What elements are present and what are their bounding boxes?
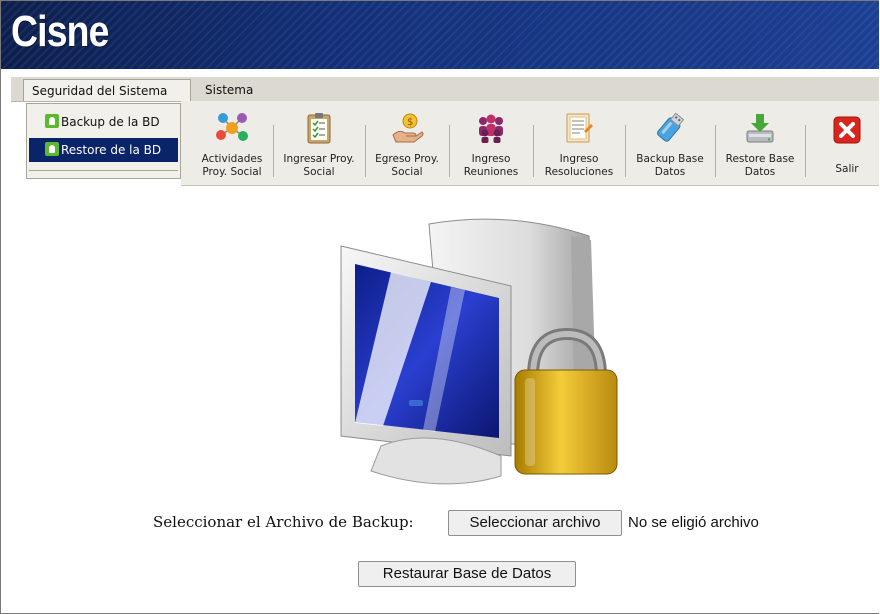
button-label-line1: Salir <box>835 163 859 175</box>
backup-base-datos-button[interactable]: Backup Base Datos <box>629 101 711 185</box>
button-label-line2: Social <box>303 166 335 178</box>
select-file-button[interactable]: Seleccionar archivo <box>448 510 622 536</box>
network-people-icon <box>216 113 248 141</box>
file-select-label: Seleccionar el Archivo de Backup: <box>153 513 414 531</box>
menu-item-label: Restore de la BD <box>61 143 162 157</box>
toolbar-separator <box>715 125 716 177</box>
close-icon <box>833 116 861 144</box>
ingreso-resoluciones-button[interactable]: Ingreso Resoluciones <box>537 101 621 185</box>
user-green-icon <box>45 142 59 156</box>
toolbar-separator <box>805 125 806 177</box>
button-label-line1: Ingresar Proy. <box>283 153 355 165</box>
toolbar-separator <box>625 125 626 177</box>
group-meeting-icon <box>479 114 503 143</box>
button-label-line1: Actividades <box>201 153 263 165</box>
security-dropdown-menu: Backup de la BD Restore de la BD <box>26 103 181 179</box>
menu-tab-seguridad[interactable]: Seguridad del Sistema <box>23 79 191 101</box>
security-computer-illustration <box>340 218 618 485</box>
restore-base-datos-button[interactable]: Restore Base Datos <box>719 101 801 185</box>
button-label-line2: Reuniones <box>463 166 519 178</box>
document-list-icon <box>566 113 593 143</box>
button-label-line1: Backup Base <box>636 153 704 165</box>
hand-money-icon: $ <box>392 113 424 143</box>
button-label-line2: Datos <box>654 166 686 178</box>
brand-logo: Cisne <box>11 7 109 56</box>
menu-tab-sistema[interactable]: Sistema <box>197 79 261 101</box>
menu-bar: Seguridad del Sistema Sistema <box>11 77 879 102</box>
toolbar-separator <box>365 125 366 177</box>
menu-item-label: Backup de la BD <box>61 115 160 129</box>
clipboard-checklist-icon <box>307 113 331 144</box>
toolbar-separator <box>449 125 450 177</box>
svg-text:$: $ <box>407 117 413 128</box>
restore-database-button[interactable]: Restaurar Base de Datos <box>358 561 576 587</box>
menu-item-restore[interactable]: Restore de la BD <box>29 138 178 162</box>
toolbar-separator <box>273 125 274 177</box>
toolbar-separator <box>533 125 534 177</box>
button-label-line2: Social <box>391 166 423 178</box>
egreso-proy-social-button[interactable]: $ Egreso Proy. Social <box>369 101 445 185</box>
menu-divider <box>29 170 178 171</box>
actividades-proy-social-button[interactable]: Actividades Proy. Social <box>195 101 269 185</box>
button-label-line1: Restore Base <box>725 153 795 165</box>
toolbar: Actividades Proy. Social Ingresar Proy. … <box>181 101 879 186</box>
salir-button[interactable]: Salir <box>817 101 877 185</box>
button-label-line2: Proy. Social <box>202 166 262 178</box>
download-drive-icon <box>746 114 774 143</box>
button-label-line1: Ingreso <box>471 153 511 165</box>
button-label-line2: Resoluciones <box>544 166 614 178</box>
app-window: Cisne Seguridad del Sistema Sistema Back… <box>0 0 879 614</box>
button-label-line2: Datos <box>744 166 776 178</box>
usb-drive-icon <box>657 112 685 142</box>
ingreso-reuniones-button[interactable]: Ingreso Reuniones <box>453 101 529 185</box>
button-label-line1: Ingreso <box>559 153 599 165</box>
header-banner: Cisne <box>1 1 879 69</box>
user-green-icon <box>45 114 59 128</box>
ingresar-proy-social-button[interactable]: Ingresar Proy. Social <box>277 101 361 185</box>
button-label-line1: Egreso Proy. <box>375 153 439 165</box>
file-status-text: No se eligió archivo <box>628 514 759 531</box>
menu-item-backup[interactable]: Backup de la BD <box>29 110 178 134</box>
